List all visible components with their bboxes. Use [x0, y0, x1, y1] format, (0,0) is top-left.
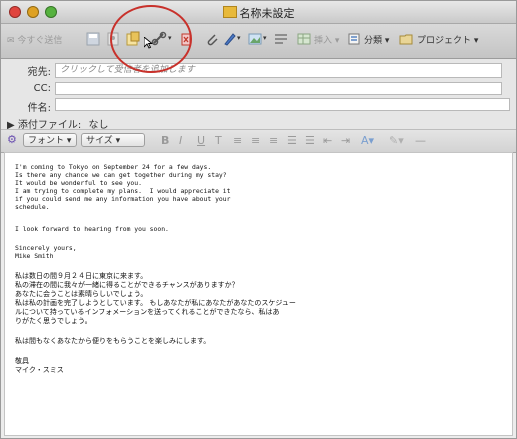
body-line: マイク・スミス: [15, 366, 64, 374]
align-left-icon[interactable]: ≡: [233, 134, 242, 147]
body-line: 私は間もなくあなたから便りをもらうことを楽しみにします。: [15, 337, 211, 345]
insert-label: 挿入: [314, 36, 333, 46]
project-folder-icon[interactable]: [398, 31, 414, 47]
body-line: Is there any chance we can get together …: [15, 171, 227, 179]
cc-label: CC:: [33, 83, 51, 94]
text-style-icon[interactable]: T: [215, 134, 222, 147]
category-icon[interactable]: [346, 31, 362, 47]
body-line: if you could send me any information you…: [15, 195, 231, 203]
body-line: It would be wonderful to see you.: [15, 179, 142, 187]
align-center-icon[interactable]: ≡: [251, 134, 260, 147]
underline-icon[interactable]: U: [197, 134, 205, 147]
toolbar: ✉ 今すぐ送信 ▾ ▾ ▾ 挿入 ▾ 分類 ▾ プロジェクト ▾: [1, 24, 516, 59]
horizontal-line-icon[interactable]: —: [415, 134, 426, 147]
language-icon[interactable]: ⚙: [7, 133, 17, 146]
subject-field[interactable]: [55, 98, 510, 111]
body-line: I look forward to hearing from you soon.: [15, 225, 169, 233]
body-line: りがたく思うでしょう。: [15, 317, 92, 325]
font-button-label: フォント: [28, 136, 65, 146]
text-color-icon[interactable]: A▾: [361, 134, 374, 147]
body-line: Sincerely yours,: [15, 244, 77, 252]
bulleted-list-icon[interactable]: ☰: [305, 134, 315, 147]
window-title-text: 名称未設定: [239, 7, 295, 20]
document-icon: [222, 6, 237, 18]
font-button[interactable]: フォント ▾: [23, 133, 77, 147]
send-now-label: 今すぐ送信: [17, 36, 63, 46]
align-right-icon[interactable]: ≡: [269, 134, 278, 147]
body-line: I'm coming to Tokyo on September 24 for …: [15, 163, 212, 171]
to-field[interactable]: クリックして受信者を追加します: [55, 63, 502, 78]
save-icon[interactable]: [85, 31, 101, 47]
message-body[interactable]: I'm coming to Tokyo on September 24 for …: [4, 152, 513, 436]
annotation-circle: [110, 5, 192, 73]
cc-field[interactable]: [55, 82, 502, 95]
attach-paperclip-icon[interactable]: [204, 31, 220, 47]
subject-label: 件名:: [27, 103, 51, 114]
bold-icon[interactable]: B: [161, 134, 169, 147]
project-label: プロジェクト: [417, 36, 472, 46]
category-label: 分類: [364, 36, 383, 46]
highlight-icon[interactable]: ✎▾: [389, 134, 404, 147]
increase-indent-icon[interactable]: ⇥: [341, 134, 350, 147]
title-bar: 名称未設定: [1, 1, 516, 24]
picture-menu-arrow[interactable]: ▾: [263, 34, 267, 42]
format-lines-icon[interactable]: [273, 31, 289, 47]
signature-menu-arrow[interactable]: ▾: [237, 34, 241, 42]
format-bar: ⚙ フォント ▾ サイズ ▾ B I U T ≡ ≡ ≡ ☰ ☰ ⇤ ⇥ A▾ …: [1, 129, 516, 153]
category-button[interactable]: 分類 ▾: [364, 33, 389, 46]
decrease-indent-icon[interactable]: ⇤: [323, 134, 332, 147]
body-line: schedule.: [15, 203, 50, 211]
insert-table-icon[interactable]: [296, 31, 312, 47]
numbered-list-icon[interactable]: ☰: [287, 134, 297, 147]
insert-button[interactable]: 挿入 ▾: [314, 33, 339, 46]
to-label: 宛先:: [27, 67, 51, 78]
italic-icon[interactable]: I: [179, 134, 182, 147]
body-line: Mike Smith: [15, 252, 54, 260]
window-title: 名称未設定: [1, 5, 516, 21]
send-now-button[interactable]: ✉ 今すぐ送信: [7, 33, 62, 46]
size-button-label: サイズ: [86, 136, 113, 146]
picture-icon[interactable]: [247, 31, 263, 47]
project-button[interactable]: プロジェクト ▾: [417, 33, 478, 46]
size-button[interactable]: サイズ ▾: [81, 133, 145, 147]
compose-window: 名称未設定 ✉ 今すぐ送信 ▾ ▾ ▾ 挿入 ▾ 分類 ▾ プロジェクト ▾ 宛…: [0, 0, 517, 439]
signature-pen-icon[interactable]: [222, 31, 238, 47]
body-line: I am trying to complete my plans. I woul…: [15, 187, 231, 195]
